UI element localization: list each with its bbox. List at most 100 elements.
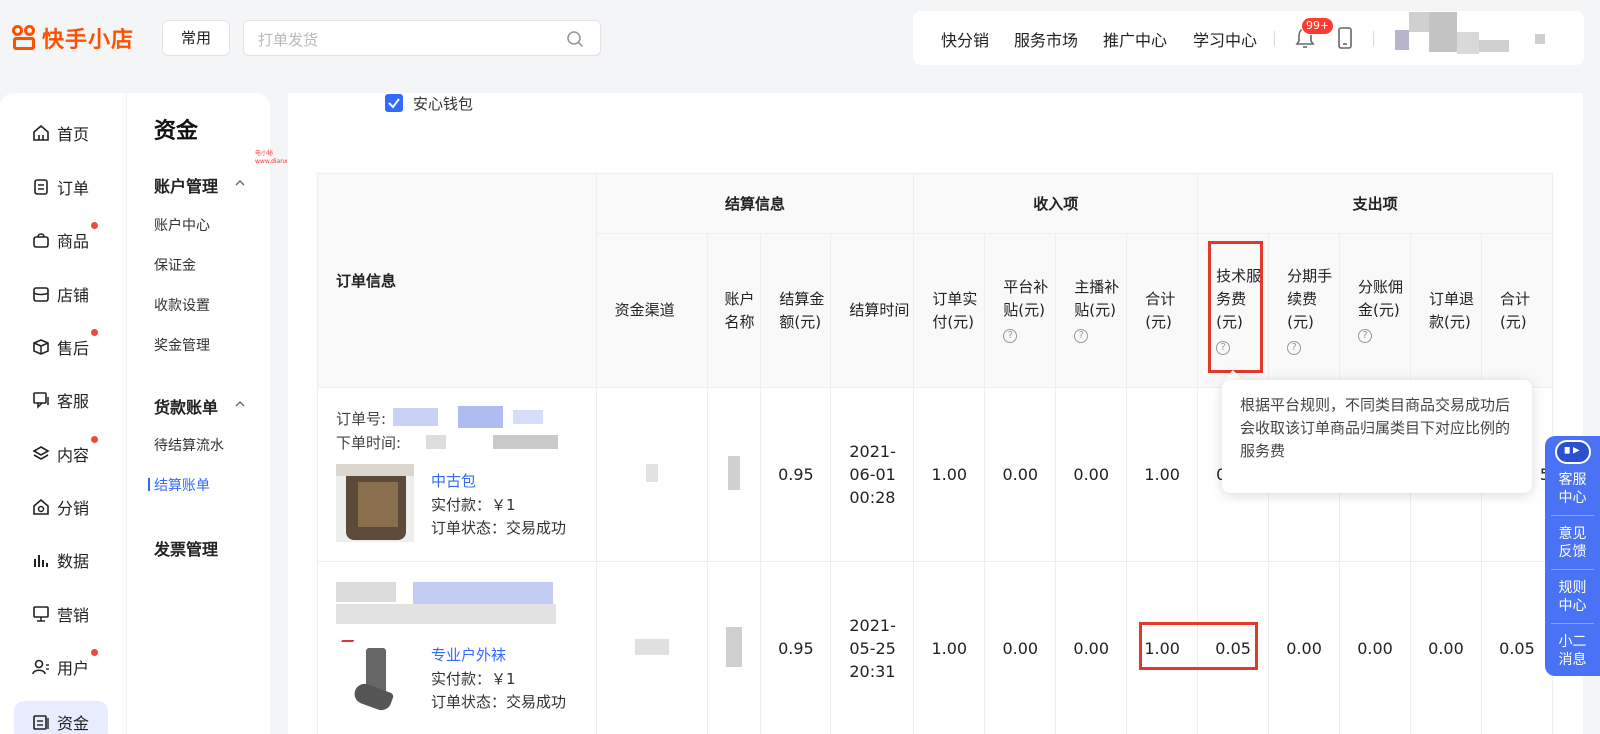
time-cell: 2021-06-01 00:28: [830, 387, 915, 562]
col-anchor-subsidy: 主播补贴(元)?: [1055, 233, 1128, 388]
subnav-item-payment-settings[interactable]: 收款设置: [154, 295, 210, 315]
order-status: 订单状态：交易成功: [431, 519, 567, 537]
sidebar-item-data[interactable]: 数据: [32, 548, 89, 572]
sidebar-item-store[interactable]: 店铺: [32, 282, 89, 306]
order-status: 订单状态：交易成功: [431, 693, 567, 711]
nav-learning-center[interactable]: 学习中心: [1193, 27, 1257, 51]
aftersale-notification-dot: [91, 329, 98, 336]
col-installment-fee: 分期手续费(元)?: [1268, 233, 1341, 388]
sidebar-item-label: 营销: [57, 606, 90, 625]
search-input[interactable]: 打单发货: [243, 20, 601, 56]
sidebar-item-orders[interactable]: 订单: [32, 175, 89, 199]
sidebar-item-aftersale[interactable]: 售后: [32, 335, 89, 359]
float-customer-service[interactable]: 客服 中心: [1545, 471, 1600, 507]
divider: [1551, 569, 1594, 570]
subnav-item-settlement-bill[interactable]: 结算账单: [154, 475, 210, 495]
col-expense-total: 合计(元): [1480, 233, 1554, 388]
sidebar-item-home[interactable]: 首页: [32, 121, 89, 145]
subnav-group-account[interactable]: 账户管理: [154, 173, 218, 197]
sidebar-item-label: 用户: [57, 659, 90, 678]
sidebar-item-customer-service[interactable]: 客服: [32, 388, 89, 412]
user-icon: [32, 659, 49, 675]
chevron-up-icon[interactable]: [235, 178, 245, 188]
users-notification-dot: [91, 649, 98, 656]
home-icon: [33, 124, 49, 141]
product-image-bag[interactable]: [336, 464, 414, 542]
product-name-link[interactable]: 专业户外袜: [431, 644, 506, 665]
checkbox-anxin-wallet[interactable]: [385, 94, 403, 112]
anchor-subsidy-cell: 0.00: [1055, 561, 1128, 734]
account-cell: [707, 561, 762, 734]
checkbox-label: 安心钱包: [413, 95, 474, 113]
subnav-item-account-center[interactable]: 账户中心: [154, 215, 210, 235]
sidebar-item-label: 客服: [57, 392, 90, 411]
subnav-group-invoice[interactable]: 发票管理: [154, 536, 218, 560]
bag-icon: [33, 233, 49, 248]
sidebar-item-label: 售后: [57, 339, 90, 358]
common-button[interactable]: 常用: [162, 20, 230, 56]
paid-cell: 1.00: [913, 387, 986, 562]
help-icon[interactable]: ?: [1358, 329, 1373, 343]
subnav-group-bills[interactable]: 货款账单: [154, 394, 218, 418]
float-xiaoer-message[interactable]: 小二 消息: [1545, 633, 1600, 669]
chevron-up-icon[interactable]: [235, 399, 245, 409]
col-paid: 订单实付(元): [913, 233, 986, 388]
sidebar-item-marketing[interactable]: 营销: [32, 602, 89, 626]
monitor-icon: [33, 606, 49, 622]
search-icon[interactable]: [566, 30, 584, 48]
sidebar-item-label: 订单: [57, 179, 90, 198]
time-cell: 2021-05-25 20:31: [830, 561, 915, 734]
col-order-info: 订单信息: [317, 173, 597, 388]
sidebar-item-content[interactable]: 内容: [32, 442, 89, 466]
product-image-sock[interactable]: [336, 642, 414, 720]
sidebar-item-label: 数据: [57, 552, 90, 571]
subnav-item-deposit[interactable]: 保证金: [154, 255, 196, 275]
help-icon[interactable]: ?: [1003, 329, 1018, 343]
nav-kuaifenxiao[interactable]: 快分销: [941, 27, 989, 51]
channel-cell: [595, 387, 709, 562]
divider: [1373, 31, 1374, 46]
col-income-total: 合计(元): [1126, 233, 1199, 388]
sidebar-item-users[interactable]: 用户: [32, 655, 89, 679]
float-rule-center[interactable]: 规则 中心: [1545, 579, 1600, 615]
table-row: 专业户外袜 实付款：￥1 订单状态：交易成功 0.95 2021-05-25 20…: [317, 561, 1554, 734]
product-paid: 实付款：￥1: [431, 670, 516, 688]
subnav-item-pending-flow[interactable]: 待结算流水: [154, 435, 224, 455]
highlight-fee-values: [1139, 622, 1258, 670]
col-channel: 资金渠道: [595, 233, 709, 388]
divider: [1274, 31, 1275, 46]
active-indicator: [148, 478, 150, 491]
sidebar-item-label: 资金: [57, 714, 90, 733]
logo-text: 快手小店: [42, 28, 135, 53]
content-notification-dot: [91, 436, 98, 443]
logo[interactable]: 快手小店: [10, 22, 134, 54]
sidebar-item-products[interactable]: 商品: [32, 228, 89, 252]
group-settle-info: 结算信息: [595, 173, 915, 234]
top-header: 快手小店 常用 打单发货 快分销 服务市场 推广中心 学习中心 99+: [0, 0, 1600, 78]
refund-cell: 0.00: [1410, 561, 1482, 734]
nav-promotion-center[interactable]: 推广中心: [1103, 27, 1167, 51]
sidebar-item-funds[interactable]: 资金: [32, 710, 89, 734]
float-feedback[interactable]: 意见 反馈: [1545, 525, 1600, 561]
robot-icon[interactable]: [1555, 440, 1591, 464]
funds-icon: [33, 715, 49, 730]
help-icon[interactable]: ?: [1287, 340, 1302, 355]
help-icon[interactable]: ?: [1074, 329, 1089, 343]
product-name-link[interactable]: 中古包: [431, 470, 476, 491]
sub-navigation: 资金 账户管理 账户中心 保证金 收款设置 奖金管理 货款账单 待结算流水 结算…: [126, 93, 270, 734]
box-icon: [33, 339, 49, 355]
group-income: 收入项: [913, 173, 1199, 234]
expense-total-cell: 0.05: [1480, 561, 1554, 734]
mobile-icon[interactable]: [1337, 27, 1353, 49]
nav-service-market[interactable]: 服务市场: [1014, 27, 1078, 51]
top-nav: 快分销 服务市场 推广中心 学习中心 99+: [913, 11, 1584, 65]
highlight-tech-fee-header: [1208, 241, 1263, 373]
order-icon: [34, 179, 48, 195]
sidebar-item-distribution[interactable]: 分销: [32, 495, 89, 519]
income-total-cell: 1.00: [1126, 387, 1199, 562]
account-cell: [707, 387, 762, 562]
channel-cell: [595, 561, 709, 734]
subnav-item-bonus[interactable]: 奖金管理: [154, 335, 210, 355]
notification-badge: 99+: [1301, 17, 1335, 35]
user-avatar[interactable]: [1395, 12, 1555, 64]
